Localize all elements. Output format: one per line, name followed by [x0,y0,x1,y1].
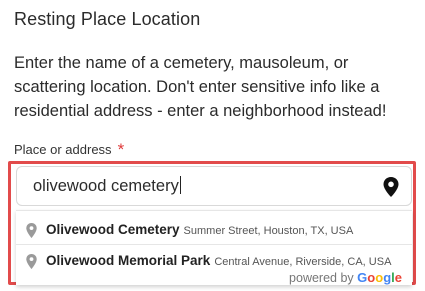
section-title: Resting Place Location [14,9,201,29]
map-pin-icon [26,254,37,269]
suggestion-address: Summer Street, Houston, TX, USA [183,225,354,237]
autocomplete-dropdown: Olivewood Cemetery Summer Street, Houston… [16,210,412,285]
required-marker: * [117,140,125,159]
map-pin-icon[interactable] [383,177,399,197]
google-logo-letter: G [357,270,368,285]
place-search-input[interactable]: olivewood cemetery [16,166,412,206]
suggestion-name: Olivewood Memorial Park [46,253,211,268]
google-logo-letter: g [383,270,392,285]
powered-by-text: powered by [289,271,354,285]
section-description: Enter the name of a cemetery, mausoleum,… [14,54,387,120]
powered-by-google: powered by Google [289,270,402,285]
place-search-value-text[interactable]: olivewood cemetery [33,177,179,195]
map-pin-icon [26,223,37,238]
suggestion-name: Olivewood Cemetery [46,222,180,237]
suggestion-main: Olivewood Memorial Park Central Avenue, R… [46,253,391,268]
google-logo-letter: e [394,270,402,285]
suggestion-main: Olivewood Cemetery Summer Street, Houston… [46,222,353,237]
place-field-label: Place or address * [14,139,124,159]
text-caret [179,176,181,194]
google-logo: Google [357,270,402,285]
place-search-value[interactable]: olivewood cemetery [33,176,181,196]
suggestion-item[interactable]: Olivewood Cemetery Summer Street, Houston… [16,216,412,245]
suggestion-address: Central Avenue, Riverside, CA, USA [214,256,392,268]
resting-place-location-form: Resting Place Location Enter the name of… [0,0,425,291]
place-field-label-text: Place or address [14,142,112,157]
google-logo-letter: o [375,270,384,285]
